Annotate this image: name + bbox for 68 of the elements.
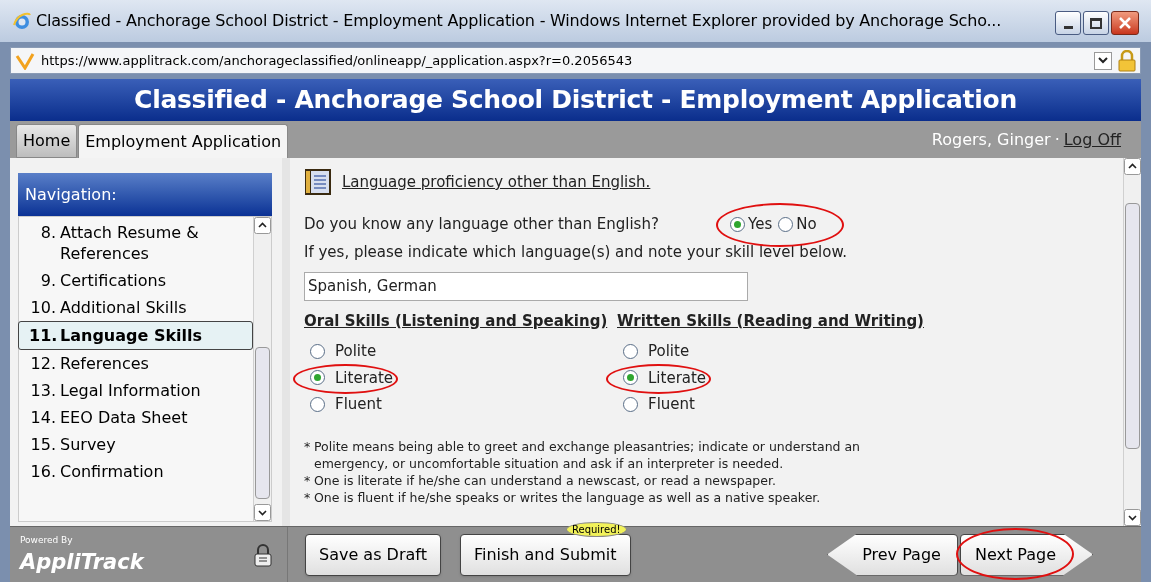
scroll-up-icon[interactable] [1124,158,1141,175]
skill-heading: Written Skills (Reading and Writing) [617,311,924,330]
navigation-item[interactable]: 12. References [19,350,253,377]
navigation-item[interactable]: 13. Legal Information [19,377,253,404]
footnote-text: Polite means being able to greet and exchange pleasantries; indicate or understand an emergency, or uncomfortable situation and ask if an interpreter is needed. [313,437,862,472]
scroll-down-icon[interactable] [1124,509,1141,526]
radio-button[interactable] [310,343,325,359]
footnote-text: One is fluent if he/she speaks or writes the language as well as a native speaker. [313,488,821,506]
padlock-icon [253,542,273,567]
scrollbar[interactable] [1123,158,1141,526]
banner-title: Classified - Anchorage School District - Employment Application [134,84,1017,117]
scroll-up-icon[interactable] [254,217,271,234]
minimize-button[interactable] [1055,11,1081,35]
next-page-button[interactable]: Next Page [959,533,1093,576]
navigation-item[interactable]: 16. Confirmation [19,458,253,485]
radio-label: Literate [335,367,394,389]
scroll-down-icon[interactable] [254,504,271,521]
skill-heading: Oral Skills (Listening and Speaking) [304,311,608,330]
navigation-title: Navigation: [25,183,117,206]
footnote-mark: * [304,437,312,456]
footnote-mark: * [304,488,312,506]
powered-by-label: Powered By [20,534,74,545]
navigation-item[interactable]: 14. EEO Data Sheet [19,404,253,431]
padlock-icon [1118,49,1136,72]
log-off-link[interactable]: Log Off [1063,128,1121,152]
radio-label: No [796,213,817,235]
languages-field[interactable]: Spanish, German [304,271,748,301]
close-button[interactable] [1111,11,1139,35]
separator-dot: · [1054,129,1060,151]
radio-label: Literate [648,367,707,389]
navigation-item[interactable]: 11. Language Skills [18,321,253,350]
chevron-down-icon [1098,57,1108,64]
checkmark-icon [15,51,35,70]
instruction-text: If yes, please indicate which language(s) and note your skill level below. [304,242,849,263]
browser-logo-icon [12,11,32,31]
radio-label: Yes [748,213,773,235]
radio-button[interactable] [778,216,794,232]
radio-label: Fluent [335,394,382,415]
question-label: Do you know any language other than English? [304,213,660,235]
radio-button[interactable] [623,396,638,412]
footer-button[interactable]: Finish and Submit [459,533,631,576]
close-icon [1119,17,1131,29]
section-title: Language proficiency other than English. [342,171,651,193]
navigation-item[interactable]: 9. Certifications [19,267,253,294]
footnote-text: One is literate if he/she can understand a newscast, or read a newspaper. [313,471,776,489]
radio-button[interactable] [730,216,745,232]
applitrack-logo: AppliTrack [20,548,146,575]
maximize-button[interactable] [1083,11,1109,35]
navigation-item[interactable]: 10. Additional Skills [19,294,253,321]
tab[interactable]: Employment Application [78,124,289,158]
radio-label: Polite [648,341,690,362]
navigation-item[interactable]: 15. Survey [19,431,253,458]
radio-button[interactable] [623,370,638,386]
user-name: Rogers, Ginger [931,129,1051,151]
window-title: Classified - Anchorage School District - Employment Application - Windows Internet Explorer provided by Anchorage Scho... [36,10,1003,32]
prev-page-button[interactable]: Prev Page [827,533,958,576]
footer-button[interactable]: Save as Draft [305,533,441,576]
radio-button[interactable] [623,343,638,359]
scrollbar[interactable] [253,217,271,521]
dropdown-button[interactable] [1094,51,1112,70]
radio-label: Fluent [648,394,695,415]
navigation-item[interactable]: 8. Attach Resume & References [19,219,253,267]
footnote-mark: * [304,471,312,489]
radio-button[interactable] [310,370,325,386]
tab[interactable]: Home [16,124,78,158]
radio-button[interactable] [310,396,325,412]
book-icon [304,168,332,196]
radio-label: Polite [335,341,377,362]
